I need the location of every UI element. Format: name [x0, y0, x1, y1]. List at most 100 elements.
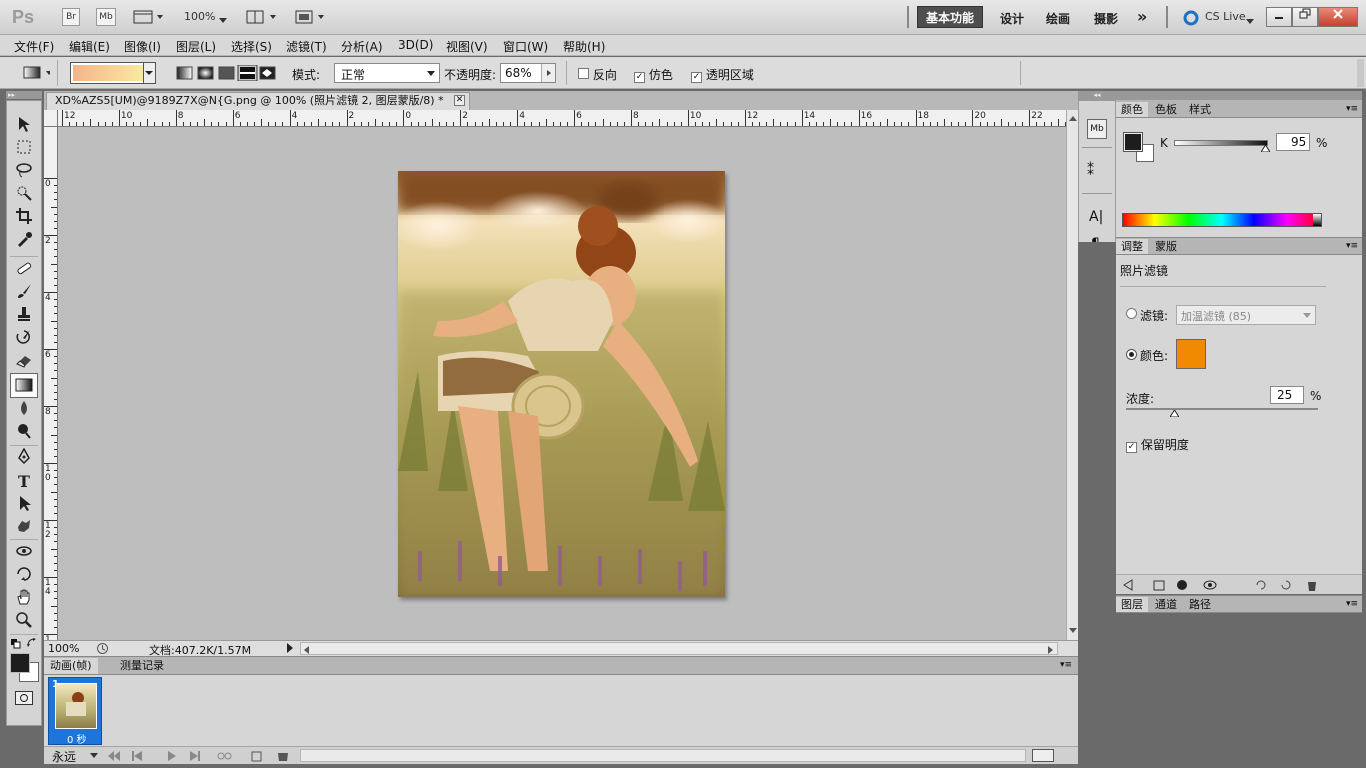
layers-panel-menu-icon[interactable]: ▾≡: [1346, 599, 1358, 609]
workspace-painting[interactable]: 绘画: [1046, 10, 1070, 27]
options-grip[interactable]: [1357, 59, 1364, 87]
tab-measurement-log[interactable]: 测量记录: [114, 658, 170, 674]
status-zoom[interactable]: 100%: [48, 642, 79, 655]
tab-masks[interactable]: 蒙版: [1150, 239, 1182, 254]
opacity-slider-button[interactable]: [541, 64, 555, 82]
fg-color-chip[interactable]: [1123, 132, 1143, 152]
dither-checkbox[interactable]: ✓: [634, 72, 645, 83]
menu-analysis[interactable]: 分析(A): [341, 38, 383, 55]
menu-view[interactable]: 视图(V): [446, 38, 488, 55]
cslive-icon[interactable]: [1182, 9, 1200, 30]
dodge-tool-icon[interactable]: [12, 422, 36, 444]
mode-select[interactable]: 正常: [334, 63, 440, 83]
lasso-tool-icon[interactable]: [12, 161, 36, 183]
menu-help[interactable]: 帮助(H): [563, 38, 605, 55]
dither-option[interactable]: ✓ 仿色: [634, 66, 673, 83]
default-colors-icon[interactable]: [11, 638, 21, 652]
menu-filter[interactable]: 滤镜(T): [286, 38, 327, 55]
panels-collapse-bar[interactable]: [1116, 91, 1362, 100]
tab-layers[interactable]: 图层: [1116, 597, 1148, 612]
type-tool-icon[interactable]: T: [12, 471, 36, 493]
crop-tool-icon[interactable]: [12, 207, 36, 229]
blur-tool-icon[interactable]: [12, 399, 36, 421]
frame-delay[interactable]: 0 秒: [67, 731, 87, 746]
tab-color[interactable]: 颜色: [1116, 102, 1148, 117]
history-brush-tool-icon[interactable]: [12, 328, 36, 350]
frames-scrollbar[interactable]: [300, 749, 1026, 762]
color-radio[interactable]: [1126, 349, 1137, 360]
zoom-dropdown-icon[interactable]: [219, 13, 227, 27]
shape-tool-icon[interactable]: [12, 517, 36, 539]
3d-rotate-tool-icon[interactable]: [12, 542, 36, 564]
menu-file[interactable]: 文件(F): [14, 38, 54, 55]
path-selection-tool-icon[interactable]: [12, 494, 36, 516]
workspace-essentials[interactable]: 基本功能: [917, 6, 983, 28]
cslive-dropdown-icon[interactable]: [1246, 14, 1254, 28]
k-value-input[interactable]: 95: [1276, 133, 1310, 151]
more-workspaces-icon[interactable]: »: [1137, 7, 1147, 26]
opacity-input[interactable]: 68%: [500, 63, 556, 83]
tab-channels[interactable]: 通道: [1150, 597, 1182, 612]
minimize-button[interactable]: [1266, 7, 1292, 27]
ruler-vertical[interactable]: 024681 01 21 41 6: [44, 127, 58, 640]
zoom-level[interactable]: 100%: [184, 10, 215, 23]
swap-colors-icon[interactable]: [27, 637, 37, 651]
screen-mode-button[interactable]: [294, 9, 328, 25]
loop-options[interactable]: 永远: [52, 748, 76, 765]
menu-image[interactable]: 图像(I): [124, 38, 161, 55]
status-menu-icon[interactable]: [286, 643, 294, 656]
document-image[interactable]: [398, 171, 725, 597]
workspace-design[interactable]: 设计: [1000, 10, 1024, 27]
density-input[interactable]: 25: [1270, 386, 1304, 404]
tool-preset-picker[interactable]: [10, 60, 58, 86]
gradient-picker[interactable]: [70, 62, 156, 84]
tab-adjustments[interactable]: 调整: [1116, 239, 1148, 254]
gradient-tool-active-icon[interactable]: [10, 373, 38, 398]
eyedropper-tool-icon[interactable]: [12, 230, 36, 252]
convert-timeline-icon[interactable]: [1032, 749, 1054, 762]
tab-swatches[interactable]: 色板: [1150, 102, 1182, 117]
document-tab[interactable]: XD%AZS5[UM)@9189Z7X@N{G.png @ 100% (照片滤镜…: [46, 92, 470, 110]
brush-tool-icon[interactable]: [12, 282, 36, 304]
pen-tool-icon[interactable]: [12, 447, 36, 470]
minibridge-panel-icon[interactable]: Mb: [1087, 119, 1107, 139]
foreground-color-swatch[interactable]: [10, 653, 30, 673]
ruler-origin[interactable]: [44, 110, 58, 127]
quick-selection-tool-icon[interactable]: [12, 184, 36, 206]
color-spectrum[interactable]: [1122, 213, 1322, 227]
k-slider[interactable]: [1174, 140, 1268, 146]
menu-window[interactable]: 窗口(W): [503, 38, 548, 55]
reverse-option[interactable]: 反向: [578, 66, 617, 83]
clone-stamp-tool-icon[interactable]: [12, 305, 36, 327]
ruler-horizontal[interactable]: 12 10 8 6 4 2 0 2 4 6 8 10 12 14 16 18 20 22: [58, 110, 1066, 127]
menu-layer[interactable]: 图层(L): [176, 38, 216, 55]
filter-color-swatch[interactable]: [1176, 339, 1206, 369]
horizontal-scrollbar[interactable]: [300, 642, 1058, 655]
animation-frame[interactable]: 1 0 秒: [48, 677, 102, 746]
close-button[interactable]: [1318, 7, 1358, 27]
bridge-button[interactable]: Br: [62, 8, 80, 26]
menu-select[interactable]: 选择(S): [231, 38, 272, 55]
menu-3d[interactable]: 3D(D): [398, 38, 433, 52]
adjustments-panel-menu-icon[interactable]: ▾≡: [1346, 241, 1358, 251]
preserve-luminosity-checkbox[interactable]: ✓: [1126, 442, 1137, 453]
zoom-tool-icon[interactable]: [12, 611, 36, 633]
tab-styles[interactable]: 样式: [1184, 102, 1216, 117]
minibridge-button[interactable]: Mb: [96, 8, 116, 26]
filter-radio[interactable]: [1126, 308, 1137, 319]
workspace-photography[interactable]: 摄影: [1094, 10, 1118, 27]
toolbar-collapse-icon[interactable]: ▸▸: [6, 91, 42, 99]
history-panel-icon[interactable]: ⁑: [1087, 163, 1094, 179]
menu-edit[interactable]: 编辑(E): [69, 38, 110, 55]
preserve-luminosity-option[interactable]: ✓ 保留明度: [1126, 436, 1189, 453]
3d-orbit-tool-icon[interactable]: [12, 565, 36, 587]
collapse-strip-icon[interactable]: ◂◂: [1078, 91, 1116, 100]
tab-paths[interactable]: 路径: [1184, 597, 1216, 612]
marquee-tool-icon[interactable]: [12, 138, 36, 160]
hand-tool-icon[interactable]: [12, 588, 36, 610]
cslive-label[interactable]: CS Live: [1205, 10, 1246, 23]
transparency-option[interactable]: ✓ 透明区域: [691, 66, 754, 83]
character-panel-icon[interactable]: A|: [1089, 209, 1103, 225]
arrange-documents-button[interactable]: [246, 9, 280, 25]
filter-select[interactable]: 加温滤镜 (85): [1176, 305, 1316, 325]
